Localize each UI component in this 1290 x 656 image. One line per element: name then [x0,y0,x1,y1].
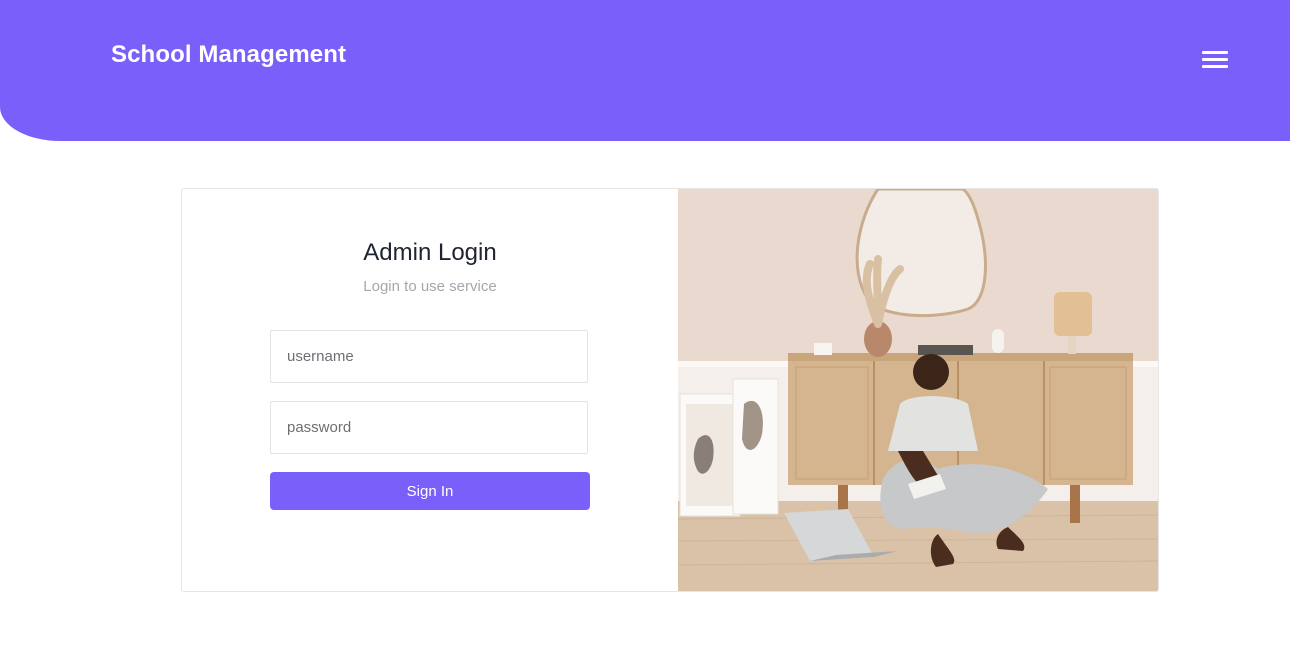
username-input[interactable] [270,330,588,383]
password-input[interactable] [270,401,588,454]
hamburger-menu-icon[interactable] [1202,51,1228,68]
sign-in-button[interactable]: Sign In [270,472,590,510]
header-bar: School Management [0,0,1290,141]
login-card: Admin Login Login to use service Sign In [181,188,1159,592]
login-form-pane: Admin Login Login to use service Sign In [182,189,678,591]
login-subtitle: Login to use service [363,278,497,295]
login-title: Admin Login [363,239,497,266]
brand-title[interactable]: School Management [111,41,346,69]
person-studying-photo [678,189,1158,591]
hero-photo [678,189,1158,591]
